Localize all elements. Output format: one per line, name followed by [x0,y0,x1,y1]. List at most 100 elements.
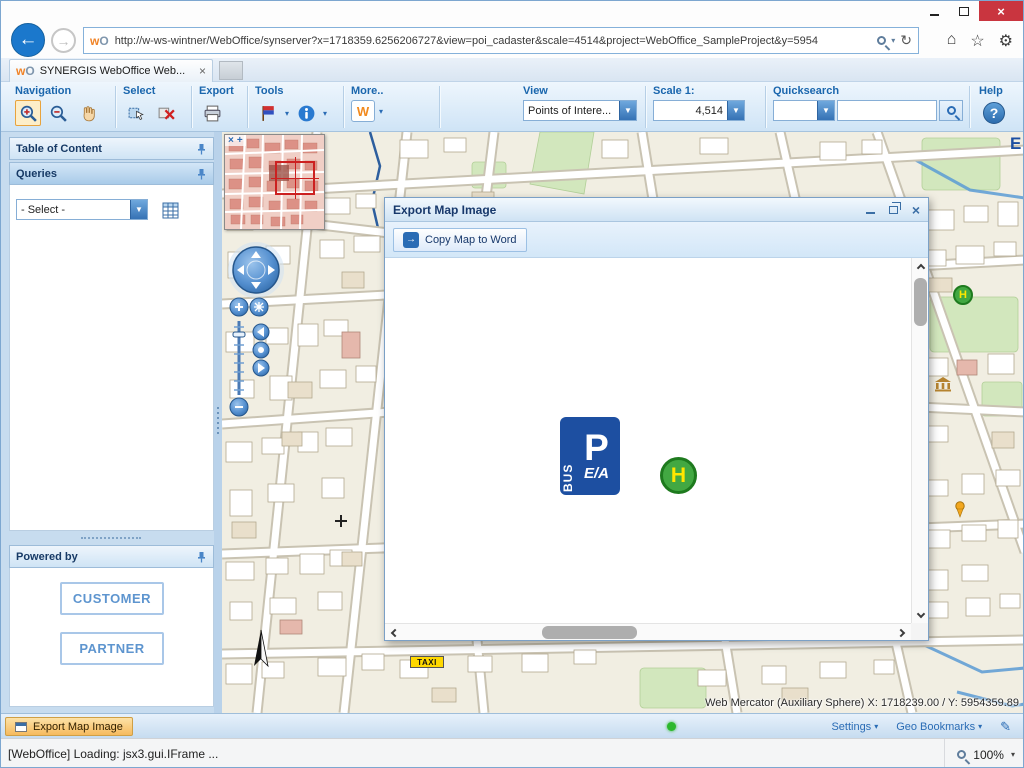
dialog-vertical-scrollbar[interactable] [911,258,928,624]
view-select-arrow[interactable]: ▼ [619,101,636,120]
map-label: E [1010,134,1021,154]
chevron-down-icon[interactable]: ▾ [285,109,289,118]
zoom-out-tool-button[interactable] [45,100,71,126]
toolbar-section-navigation: Navigation [13,82,111,132]
toolbar-separator [343,86,345,128]
previous-extent-button[interactable] [253,324,269,340]
settings-menu[interactable]: Settings▾ [831,721,878,733]
back-button[interactable]: ← [11,23,45,57]
address-bar[interactable]: wO http://w-ws-wintner/WebOffice/synserv… [83,27,919,54]
select-features-tool-button[interactable] [123,100,149,126]
quicksearch-button[interactable] [939,100,963,121]
queries-panel-header[interactable]: Queries [9,162,214,185]
export-map-image-task-button[interactable]: Export Map Image [5,717,133,736]
print-tool-button[interactable] [199,100,225,126]
horizontal-scrollbar-thumb[interactable] [542,626,637,639]
pin-icon[interactable] [196,168,207,180]
zoom-in-button[interactable] [230,298,248,316]
search-dropdown-icon[interactable]: ▾ [891,36,895,45]
zoom-out-button[interactable] [230,398,248,416]
geo-bookmarks-menu[interactable]: Geo Bookmarks▾ [896,721,982,733]
scroll-left-arrow[interactable] [385,624,402,641]
forward-button[interactable]: → [51,28,76,53]
toc-panel-header[interactable]: Table of Content [9,137,214,160]
overview-controls: × + [225,135,246,146]
pan-rosette[interactable] [233,247,279,293]
powered-by-panel-header[interactable]: Powered by [9,545,214,568]
tab-weboffice[interactable]: wO SYNERGIS WebOffice Web... × [9,59,213,82]
maximize-icon [959,7,969,16]
window-close-button[interactable]: × [979,1,1023,21]
overview-map[interactable]: × + [224,134,325,230]
info-tool-button[interactable] [293,100,319,126]
sidebar-splitter[interactable] [214,132,222,713]
quicksearch-select-arrow[interactable]: ▼ [817,101,834,120]
scale-value[interactable]: 4,514 [654,105,727,117]
map-navigation-widget[interactable] [225,237,287,422]
clear-selection-tool-button[interactable] [153,100,179,126]
copy-map-to-word-button[interactable]: → Copy Map to Word [393,228,527,252]
pin-icon[interactable] [196,143,207,155]
vertical-scrollbar-thumb[interactable] [914,278,927,326]
new-tab-button[interactable] [219,61,243,80]
scroll-right-arrow[interactable] [894,624,911,641]
query-select[interactable]: - Select - ▼ [16,199,148,220]
url-text[interactable]: http://w-ws-wintner/WebOffice/synserver?… [115,35,872,47]
redlining-tool-button[interactable] [255,100,281,126]
extent-history-button[interactable] [253,342,269,358]
window-minimize-button[interactable] [919,1,949,21]
word-export-tool-button[interactable]: W [351,100,375,122]
zoom-slider[interactable] [233,321,245,395]
quicksearch-input[interactable] [837,100,937,121]
toolbar-separator [247,86,249,128]
overview-move-icon[interactable]: + [237,135,243,146]
dialog-restore-button[interactable] [889,201,898,219]
export-map-image-dialog[interactable]: Export Map Image × → Copy Map to Word BU… [384,197,929,641]
search-icon[interactable] [877,36,886,45]
chevron-down-icon[interactable]: ▾ [379,107,383,116]
dialog-title: Export Map Image [393,203,866,217]
full-extent-button[interactable] [250,298,268,316]
word-w-icon: W [357,104,369,119]
panel-splitter-handle[interactable] [81,537,141,539]
home-icon[interactable]: ⌂ [947,31,957,51]
next-extent-button[interactable] [253,360,269,376]
queries-panel-body: - Select - ▼ [9,185,214,531]
overview-close-icon[interactable]: × [228,135,234,146]
scroll-down-arrow[interactable] [912,607,929,624]
overview-extent-rectangle[interactable] [275,161,315,195]
edit-pencil-icon[interactable]: ✎ [1000,719,1011,735]
chevron-down-icon[interactable]: ▾ [323,109,327,118]
partner-logo[interactable]: PARTNER [60,632,164,665]
favorites-star-icon[interactable]: ☆ [970,31,984,51]
help-button[interactable]: ? [983,102,1005,124]
pan-hand-icon [79,104,98,123]
view-select[interactable]: Points of Intere... ▼ [523,100,637,121]
browser-nav-row: ← → wO http://w-ws-wintner/WebOffice/syn… [1,23,1023,58]
settings-gear-icon[interactable]: ⚙ [999,31,1013,51]
close-icon: × [997,4,1005,19]
tab-close-icon[interactable]: × [199,64,206,78]
zoom-control[interactable]: 100% ▾ [944,739,1015,768]
query-definition-button[interactable] [158,198,182,222]
pan-tool-button[interactable] [75,100,101,126]
scrollbar-corner [911,623,928,640]
pin-icon[interactable] [196,551,207,563]
window-titlebar[interactable]: × [1,1,1023,23]
bus-stop-symbol: H [953,285,973,305]
refresh-icon[interactable]: ↻ [900,32,912,49]
tab-bar: wO SYNERGIS WebOffice Web... × [1,58,1023,82]
scale-combo-arrow[interactable]: ▼ [727,101,744,120]
window-maximize-button[interactable] [949,1,979,21]
query-select-arrow[interactable]: ▼ [130,200,147,219]
customer-logo[interactable]: CUSTOMER [60,582,164,615]
dialog-titlebar[interactable]: Export Map Image × [385,198,928,222]
dialog-close-button[interactable]: × [912,202,920,218]
zoom-in-tool-button[interactable] [15,100,41,126]
dialog-minimize-button[interactable] [866,201,875,219]
quicksearch-category-select[interactable]: ▼ [773,100,835,121]
scale-combo[interactable]: 4,514 ▼ [653,100,745,121]
scroll-up-arrow[interactable] [912,258,929,275]
zoom-slider-handle[interactable] [233,332,245,337]
dialog-horizontal-scrollbar[interactable] [385,623,911,640]
